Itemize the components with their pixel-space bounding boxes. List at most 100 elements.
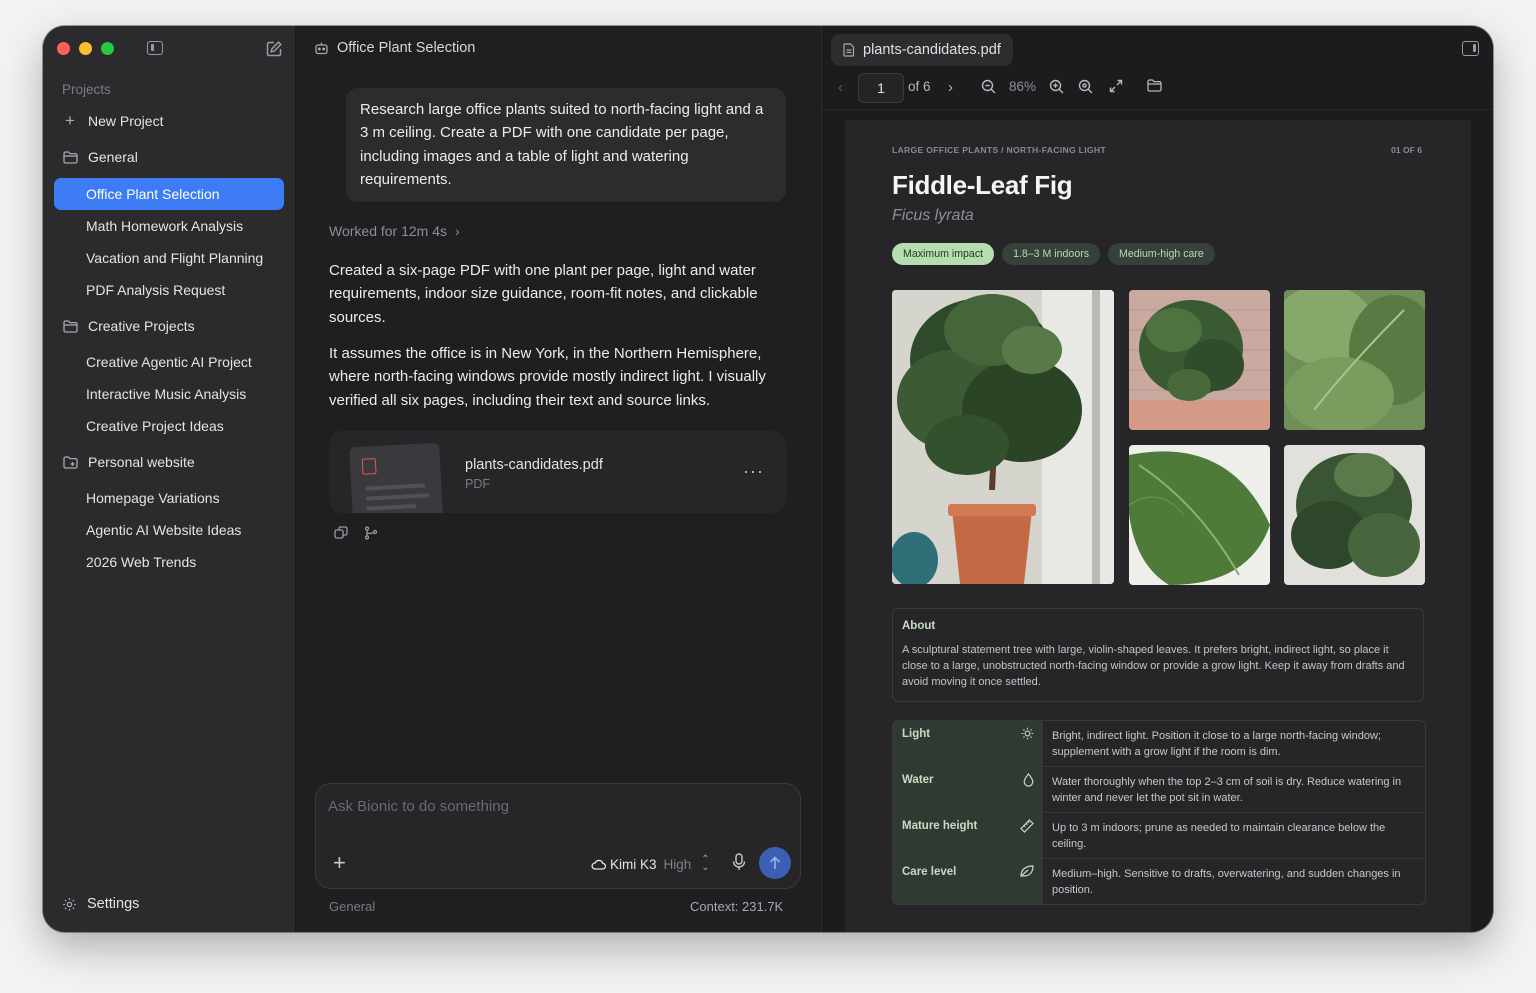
care-label-water: Water (902, 774, 934, 786)
panel-toggle-icon[interactable] (1462, 41, 1479, 56)
plus-icon[interactable]: + (333, 850, 346, 876)
zoom-out-icon[interactable] (981, 79, 996, 94)
chevron-right-icon: › (455, 223, 460, 239)
sidebar-item-web-trends[interactable]: 2026 Web Trends (54, 546, 284, 578)
sidebar-item-music-analysis[interactable]: Interactive Music Analysis (54, 378, 284, 410)
page-total: of 6 (908, 79, 931, 94)
document-icon (843, 43, 855, 57)
worked-for-toggle[interactable]: Worked for 12m 4s › (329, 223, 460, 239)
about-box: About A sculptural statement tree with l… (892, 608, 1424, 702)
close-window-button[interactable] (57, 42, 70, 55)
fit-zoom-icon[interactable] (1078, 79, 1093, 94)
sidebar-item-creative-ideas[interactable]: Creative Project Ideas (54, 410, 284, 442)
care-table: Light Bright, indirect light. Position i… (892, 720, 1426, 905)
sidebar-toggle-icon[interactable] (147, 41, 163, 55)
sidebar-item-label: Vacation and Flight Planning (86, 250, 264, 266)
sidebar-item-creative-agentic[interactable]: Creative Agentic AI Project (54, 346, 284, 378)
care-text-light: Bright, indirect light. Position it clos… (1052, 730, 1381, 758)
sidebar-item-math-homework[interactable]: Math Homework Analysis (54, 210, 284, 242)
toolbar-divider (822, 109, 1493, 110)
sidebar-item-vacation-planning[interactable]: Vacation and Flight Planning (54, 242, 284, 274)
pdf-thumbnail (349, 442, 443, 513)
about-heading: About (902, 620, 936, 632)
sidebar-item-pdf-analysis[interactable]: PDF Analysis Request (54, 274, 284, 306)
footer-context: Context: 231.7K (690, 899, 784, 914)
care-text-care: Medium–high. Sensitive to drafts, overwa… (1052, 868, 1401, 896)
maximize-window-button[interactable] (101, 42, 114, 55)
plant-photo-main (892, 290, 1114, 584)
composer-input[interactable]: Ask Bionic to do something (328, 798, 509, 815)
sidebar-group-general[interactable]: General (54, 141, 284, 173)
sidebar-item-label: Interactive Music Analysis (86, 386, 247, 402)
pdf-file-icon (361, 458, 377, 475)
page-label: 01 OF 6 (1391, 145, 1423, 155)
plant-latin-name: Ficus lyrata (892, 207, 974, 224)
prev-page-icon[interactable]: ‹ (838, 79, 843, 96)
plant-photo-5 (1284, 445, 1425, 585)
model-level: High (663, 856, 692, 872)
sidebar-item-homepage-variations[interactable]: Homepage Variations (54, 482, 284, 514)
minimize-window-button[interactable] (79, 42, 92, 55)
sun-icon (1021, 727, 1034, 743)
new-project-label: New Project (88, 113, 164, 129)
sidebar: Projects + New Project General Office Pl… (43, 26, 296, 932)
assistant-reply-1: Created a six-page PDF with one plant pe… (329, 262, 758, 326)
viewer-tab-label: plants-candidates.pdf (863, 42, 1001, 58)
projects-label: Projects (62, 82, 111, 97)
sidebar-item-agentic-website[interactable]: Agentic AI Website Ideas (54, 514, 284, 546)
plant-photo-3 (1284, 290, 1425, 430)
table-row: Water Water thoroughly when the top 2–3 … (893, 766, 1425, 812)
robot-icon (315, 42, 328, 55)
leaf-icon (1020, 865, 1034, 880)
sidebar-item-office-plant-selection[interactable]: Office Plant Selection (54, 178, 284, 210)
expand-icon[interactable] (1109, 79, 1123, 93)
sidebar-item-label: Agentic AI Website Ideas (86, 522, 242, 538)
plus-icon: + (65, 111, 75, 130)
gear-icon (62, 897, 77, 912)
new-project-button[interactable]: + New Project (54, 105, 284, 137)
group-label: Personal website (88, 454, 195, 470)
composer: Ask Bionic to do something + Kimi K3 Hig… (315, 783, 801, 889)
zoom-level: 86% (1009, 79, 1037, 94)
droplet-icon (1023, 773, 1034, 790)
group-label: General (88, 149, 138, 165)
sidebar-item-label: 2026 Web Trends (86, 554, 197, 570)
copy-icon[interactable] (334, 526, 348, 540)
care-text-height: Up to 3 m indoors; prune as needed to ma… (1052, 822, 1386, 850)
chat-header: Office Plant Selection (314, 40, 475, 56)
app-window: Projects + New Project General Office Pl… (43, 26, 1493, 932)
microphone-icon[interactable] (732, 853, 746, 871)
table-row: Care level Medium–high. Sensitive to dra… (893, 858, 1425, 904)
compose-icon[interactable] (265, 40, 283, 58)
sidebar-item-label: Creative Agentic AI Project (86, 354, 252, 370)
sidebar-item-label: Homepage Variations (86, 490, 220, 506)
viewer-tab[interactable]: plants-candidates.pdf (831, 34, 1013, 66)
table-row: Light Bright, indirect light. Position i… (893, 721, 1425, 766)
attachment-name: plants-candidates.pdf (465, 457, 603, 473)
more-options-icon[interactable]: ··· (743, 461, 764, 482)
send-button[interactable] (759, 847, 791, 879)
footer-project: General (329, 899, 376, 914)
message-actions (334, 526, 378, 540)
folder-sparkle-icon (62, 454, 78, 470)
next-page-icon[interactable]: › (948, 79, 953, 96)
page-number-input[interactable]: 1 (858, 73, 904, 103)
branch-icon[interactable] (364, 526, 378, 540)
badge-impact: Maximum impact (892, 243, 995, 265)
pdf-viewer: plants-candidates.pdf ‹ 1 of 6 › 86% LAR… (821, 26, 1493, 932)
sidebar-group-personal-website[interactable]: Personal website (54, 446, 284, 478)
model-selector[interactable]: Kimi K3 High ⌃ ⌄ (591, 854, 710, 873)
settings-button[interactable]: Settings (54, 889, 139, 919)
page-eyebrow: LARGE OFFICE PLANTS / NORTH-FACING LIGHT (892, 145, 1106, 155)
sidebar-item-label: PDF Analysis Request (86, 282, 226, 298)
table-row: Mature height Up to 3 m indoors; prune a… (893, 812, 1425, 858)
zoom-in-icon[interactable] (1049, 79, 1064, 94)
folder-open-icon[interactable] (1147, 79, 1162, 92)
about-text: A sculptural statement tree with large, … (902, 644, 1405, 689)
user-message: Research large office plants suited to n… (346, 88, 786, 202)
attachment-card[interactable]: plants-candidates.pdf PDF ··· (329, 431, 786, 513)
chevron-updown-icon: ⌃ ⌄ (701, 854, 710, 873)
sidebar-group-creative-projects[interactable]: Creative Projects (54, 310, 284, 342)
window-controls (57, 42, 114, 55)
chat-panel: Office Plant Selection Research large of… (296, 26, 820, 932)
